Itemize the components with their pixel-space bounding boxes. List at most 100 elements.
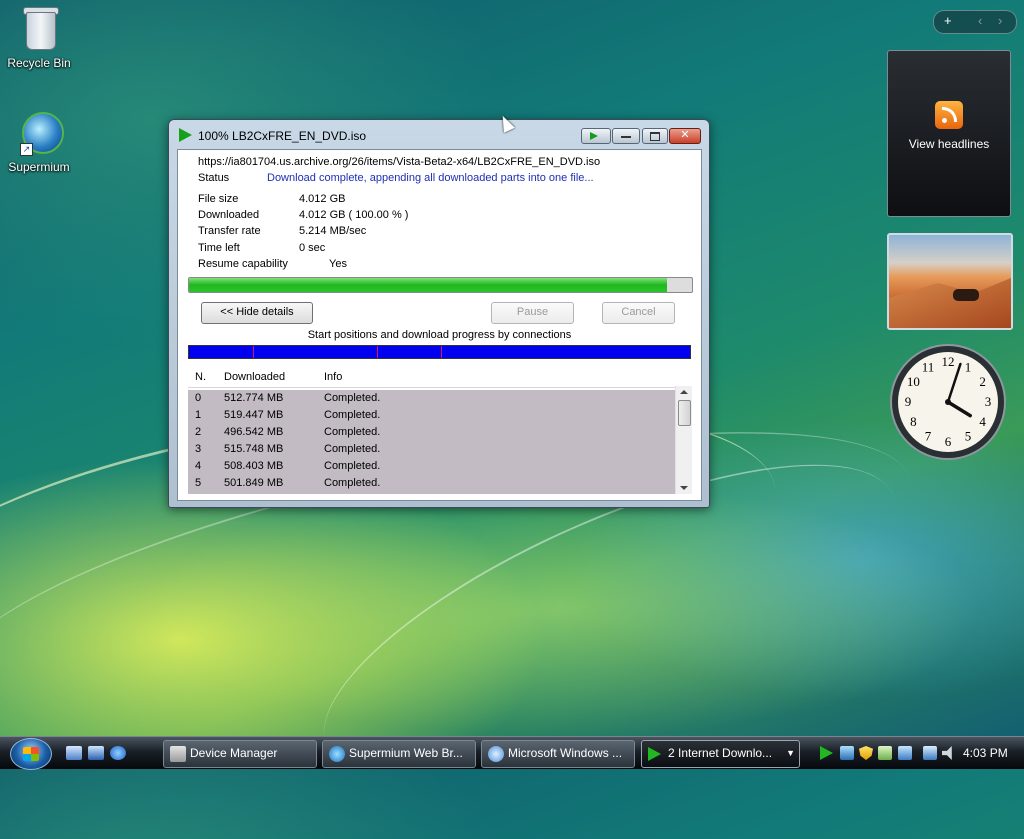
rss-feed-icon xyxy=(935,101,963,129)
close-icon: ✕ xyxy=(680,129,690,141)
window-title-bar[interactable]: 100% LB2CxFRE_EN_DVD.iso ✕ xyxy=(169,120,709,148)
taskbar: Device Manager Supermium Web Br... Micro… xyxy=(0,736,1024,770)
connection-start-marker xyxy=(253,346,255,358)
progress-fill xyxy=(189,278,667,292)
connection-row[interactable]: 4 508.403 MB Completed. xyxy=(188,458,675,475)
start-button[interactable] xyxy=(10,738,52,770)
connection-info-cell: Completed. xyxy=(324,443,381,455)
network-connection-icon[interactable] xyxy=(923,746,937,760)
download-details-panel: https://ia801704.us.archive.org/26/items… xyxy=(177,149,702,501)
slideshow-gadget[interactable] xyxy=(887,233,1013,330)
column-header-downloaded[interactable]: Downloaded xyxy=(224,371,285,383)
download-progress-window: 100% LB2CxFRE_EN_DVD.iso ✕ https://ia801… xyxy=(168,119,710,508)
windows-logo-icon xyxy=(23,747,39,761)
connections-list-scrollbar[interactable] xyxy=(675,386,692,494)
desktop-icon-recycle-bin[interactable]: Recycle Bin xyxy=(1,4,77,70)
maximize-button[interactable] xyxy=(642,128,668,144)
desktop-icon-label: Recycle Bin xyxy=(7,56,71,70)
safely-remove-icon[interactable] xyxy=(898,746,912,760)
view-headlines-label[interactable]: View headlines xyxy=(888,137,1010,151)
desert-dune xyxy=(889,278,1011,328)
connection-downloaded-cell: 496.542 MB xyxy=(224,426,284,438)
idm-tray-icon[interactable] xyxy=(820,746,833,760)
recycle-bin-icon xyxy=(18,4,60,52)
connection-downloaded-cell: 515.748 MB xyxy=(224,443,284,455)
connections-progress-bar xyxy=(188,345,691,359)
clock-gadget[interactable]: 12 12 3 45678 9 1011 xyxy=(889,343,1007,461)
column-header-info[interactable]: Info xyxy=(324,371,342,383)
connection-n-cell: 1 xyxy=(195,409,202,421)
windows-icon xyxy=(488,746,504,762)
cancel-button[interactable]: Cancel xyxy=(602,302,675,324)
internet-explorer-icon[interactable] xyxy=(110,746,126,760)
idm-icon xyxy=(648,747,661,761)
connection-downloaded-cell: 508.403 MB xyxy=(224,460,284,472)
connection-downloaded-cell: 519.447 MB xyxy=(224,409,284,421)
network-tray-icon[interactable] xyxy=(840,746,854,760)
hide-details-button[interactable]: << Hide details xyxy=(201,302,313,324)
scroll-up-arrow-icon[interactable] xyxy=(680,390,688,394)
oryx-silhouette xyxy=(953,289,979,301)
idm-play-icon xyxy=(179,128,192,142)
clock-number: 2 xyxy=(979,374,986,389)
clock-number: 3 xyxy=(985,394,992,409)
feed-headlines-gadget[interactable]: View headlines xyxy=(887,50,1011,217)
taskbar-task-microsoft-windows[interactable]: Microsoft Windows ... xyxy=(481,740,635,768)
connection-row[interactable]: 0 512.774 MB Completed. xyxy=(188,390,675,407)
connections-list-header: N. Downloaded Info xyxy=(188,367,675,388)
connection-info-cell: Completed. xyxy=(324,426,381,438)
connection-info-cell: Completed. xyxy=(324,392,381,404)
close-button[interactable]: ✕ xyxy=(669,128,701,144)
taskbar-task-internet-download-manager[interactable]: 2 Internet Downlo... ▼ xyxy=(641,740,800,768)
connection-row[interactable]: 1 519.447 MB Completed. xyxy=(188,407,675,424)
taskbar-task-supermium[interactable]: Supermium Web Br... xyxy=(322,740,476,768)
supermium-browser-icon: ↗ xyxy=(18,108,64,156)
connections-label: Start positions and download progress by… xyxy=(307,329,572,341)
minimize-button[interactable] xyxy=(612,128,640,144)
clock-number: 11 xyxy=(922,359,935,374)
previous-page-button[interactable]: ‹ xyxy=(978,13,982,28)
connection-row[interactable]: 5 501.849 MB Completed. xyxy=(188,475,675,492)
connection-start-marker xyxy=(440,346,442,358)
scroll-thumb[interactable] xyxy=(678,400,691,426)
send-to-tray-button[interactable] xyxy=(581,128,611,144)
scroll-down-arrow-icon[interactable] xyxy=(680,486,688,490)
show-desktop-icon[interactable] xyxy=(66,746,82,760)
connection-n-cell: 0 xyxy=(195,392,202,404)
connection-info-cell: Completed. xyxy=(324,477,381,489)
desktop-icon-supermium[interactable]: ↗ Supermium xyxy=(1,108,77,174)
clock-number: 8 xyxy=(910,414,917,429)
clock-number: 9 xyxy=(905,394,912,409)
update-tray-icon[interactable] xyxy=(878,746,892,760)
clock-number: 12 xyxy=(942,354,955,369)
connection-row[interactable]: 2 496.542 MB Completed. xyxy=(188,424,675,441)
connection-row[interactable]: 3 515.748 MB Completed. xyxy=(188,441,675,458)
clock-number: 10 xyxy=(907,374,920,389)
connection-n-cell: 5 xyxy=(195,477,202,489)
taskbar-task-device-manager[interactable]: Device Manager xyxy=(163,740,317,768)
connection-downloaded-cell: 512.774 MB xyxy=(224,392,284,404)
next-page-button[interactable]: › xyxy=(998,13,1002,28)
connection-start-marker xyxy=(376,346,378,358)
switch-windows-icon[interactable] xyxy=(88,746,104,760)
minimize-icon xyxy=(621,136,631,138)
status-label: Status xyxy=(198,172,230,184)
add-gadget-button[interactable]: + xyxy=(944,13,952,28)
connection-downloaded-cell: 501.849 MB xyxy=(224,477,284,489)
clock-number: 1 xyxy=(965,359,972,374)
taskbar-clock[interactable]: 4:03 PM xyxy=(963,746,1008,760)
sidebar-controls: + ‹ › xyxy=(933,10,1017,34)
shortcut-arrow-icon: ↗ xyxy=(20,143,33,156)
connection-n-cell: 3 xyxy=(195,443,202,455)
clock-number: 4 xyxy=(979,414,986,429)
column-header-number[interactable]: N. xyxy=(195,371,206,383)
connections-list[interactable]: 0 512.774 MB Completed. 1 519.447 MB Complete… xyxy=(188,390,675,494)
security-shield-icon[interactable] xyxy=(859,746,873,760)
clock-number: 5 xyxy=(965,429,972,444)
connection-info-cell: Completed. xyxy=(324,460,381,472)
group-dropdown-icon: ▼ xyxy=(786,748,795,758)
volume-icon[interactable] xyxy=(942,746,952,760)
connection-n-cell: 2 xyxy=(195,426,202,438)
connection-n-cell: 4 xyxy=(195,460,202,472)
pause-button[interactable]: Pause xyxy=(491,302,574,324)
